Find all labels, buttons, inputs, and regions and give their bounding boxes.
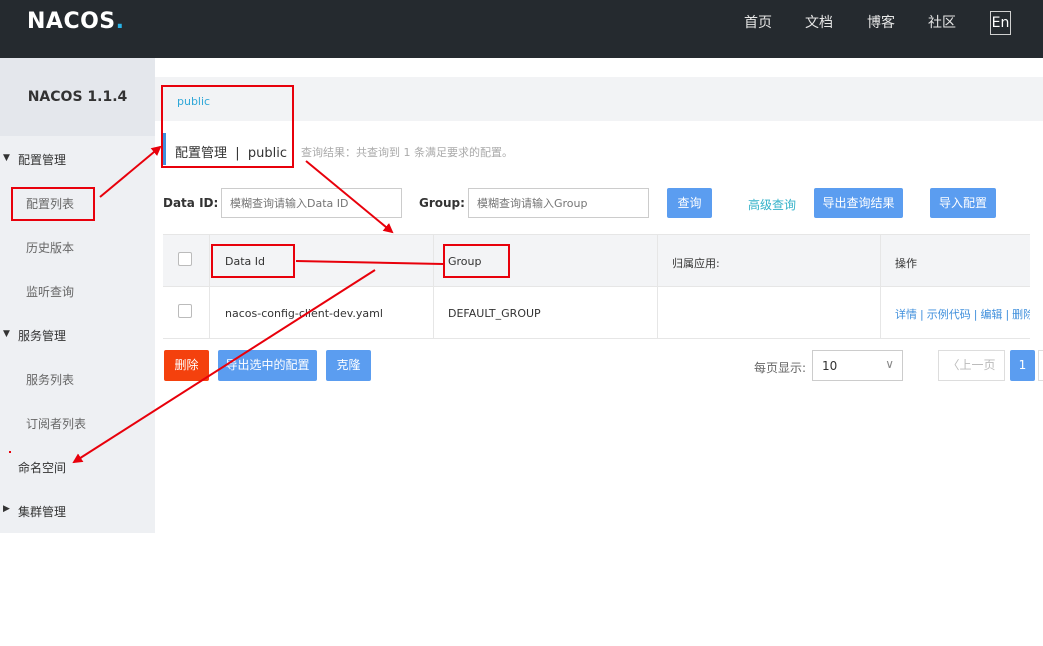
annotation-box-data-id bbox=[211, 244, 295, 278]
sidebar-item-subscribers[interactable]: 订阅者列表 bbox=[26, 415, 86, 432]
page-button-current[interactable]: 1 bbox=[1010, 350, 1035, 381]
select-all-checkbox[interactable] bbox=[178, 252, 192, 266]
annotation-box-group bbox=[443, 244, 510, 278]
details-link[interactable]: 详情 bbox=[895, 308, 917, 321]
row-checkbox[interactable] bbox=[178, 304, 192, 318]
column-header-app: 归属应用: bbox=[672, 257, 720, 270]
sidebar-item-namespace[interactable]: 命名空间 bbox=[18, 459, 173, 476]
caret-down-icon[interactable]: ▼ bbox=[3, 329, 10, 339]
column-divider bbox=[657, 235, 658, 339]
cell-operations: 详情 | 示例代码 | 编辑 | 删除 bbox=[895, 306, 1034, 322]
column-divider bbox=[433, 235, 434, 339]
nacos-logo[interactable]: NACOS. bbox=[27, 9, 125, 34]
page-size-value: 10 bbox=[822, 359, 838, 373]
logo-dot: . bbox=[115, 9, 125, 34]
sample-code-link[interactable]: 示例代码 bbox=[927, 308, 971, 321]
prev-page-button[interactable]: 〈上一页 bbox=[938, 350, 1005, 381]
nav-community[interactable]: 社区 bbox=[928, 0, 956, 46]
data-id-input[interactable] bbox=[221, 188, 402, 218]
table-row: nacos-config-client-dev.yaml DEFAULT_GRO… bbox=[163, 287, 1043, 339]
export-selected-button[interactable]: 导出选中的配置 bbox=[218, 350, 317, 381]
group-label: Group: bbox=[419, 196, 465, 210]
separator: | bbox=[1005, 308, 1010, 321]
column-header-operations: 操作 bbox=[895, 257, 917, 270]
cell-group: DEFAULT_GROUP bbox=[448, 307, 541, 320]
caret-right-icon[interactable]: ▶ bbox=[3, 504, 10, 514]
export-results-button[interactable]: 导出查询结果 bbox=[814, 188, 903, 218]
annotation-box-config-list bbox=[11, 187, 95, 221]
language-switch-button[interactable]: En bbox=[990, 11, 1011, 35]
caret-down-icon[interactable]: ▼ bbox=[3, 153, 10, 163]
group-input[interactable] bbox=[468, 188, 649, 218]
sidebar-group-config[interactable]: 配置管理 bbox=[18, 151, 173, 168]
sidebar-item-history[interactable]: 历史版本 bbox=[26, 239, 74, 256]
column-divider bbox=[209, 235, 210, 339]
sidebar-item-listener-query[interactable]: 监听查询 bbox=[26, 283, 74, 300]
chevron-left-icon: 〈 bbox=[947, 358, 960, 372]
version-label: NACOS 1.1.4 bbox=[0, 58, 155, 136]
delete-button[interactable]: 删除 bbox=[164, 350, 209, 381]
clone-button[interactable]: 克隆 bbox=[326, 350, 371, 381]
table-header: Data Id Group 归属应用: 操作 bbox=[163, 235, 1043, 287]
edit-link[interactable]: 编辑 bbox=[980, 308, 1002, 321]
data-id-label: Data ID: bbox=[163, 196, 219, 210]
query-result-info: 查询结果：共查询到 1 条满足要求的配置。 bbox=[301, 146, 513, 159]
sidebar-group-service[interactable]: 服务管理 bbox=[18, 327, 173, 344]
top-header: NACOS. 首页 文档 博客 社区 En bbox=[0, 0, 1043, 58]
import-config-button[interactable]: 导入配置 bbox=[930, 188, 996, 218]
chevron-down-icon: ∨ bbox=[885, 357, 894, 371]
sidebar-item-service-list[interactable]: 服务列表 bbox=[26, 371, 74, 388]
prev-page-label: 上一页 bbox=[959, 358, 996, 372]
annotation-box-namespace bbox=[161, 85, 294, 168]
logo-text: NACOS bbox=[27, 9, 116, 34]
cell-data-id: nacos-config-client-dev.yaml bbox=[225, 307, 383, 320]
column-divider bbox=[880, 235, 881, 339]
table-clip bbox=[1030, 234, 1043, 339]
nav-home[interactable]: 首页 bbox=[744, 0, 772, 46]
page-size-select[interactable]: 10 ∨ bbox=[812, 350, 903, 381]
page-size-label: 每页显示: bbox=[754, 361, 807, 375]
nav-docs[interactable]: 文档 bbox=[805, 0, 833, 46]
separator: | bbox=[973, 308, 978, 321]
advanced-query-link[interactable]: 高级查询 bbox=[748, 196, 796, 213]
separator: | bbox=[920, 308, 924, 321]
page-button-next-partial[interactable] bbox=[1038, 350, 1043, 381]
nav-blog[interactable]: 博客 bbox=[867, 0, 895, 46]
query-button[interactable]: 查询 bbox=[667, 188, 712, 218]
config-table: Data Id Group 归属应用: 操作 nacos-config-clie… bbox=[163, 234, 1043, 339]
sidebar-group-cluster[interactable]: 集群管理 bbox=[18, 503, 173, 520]
